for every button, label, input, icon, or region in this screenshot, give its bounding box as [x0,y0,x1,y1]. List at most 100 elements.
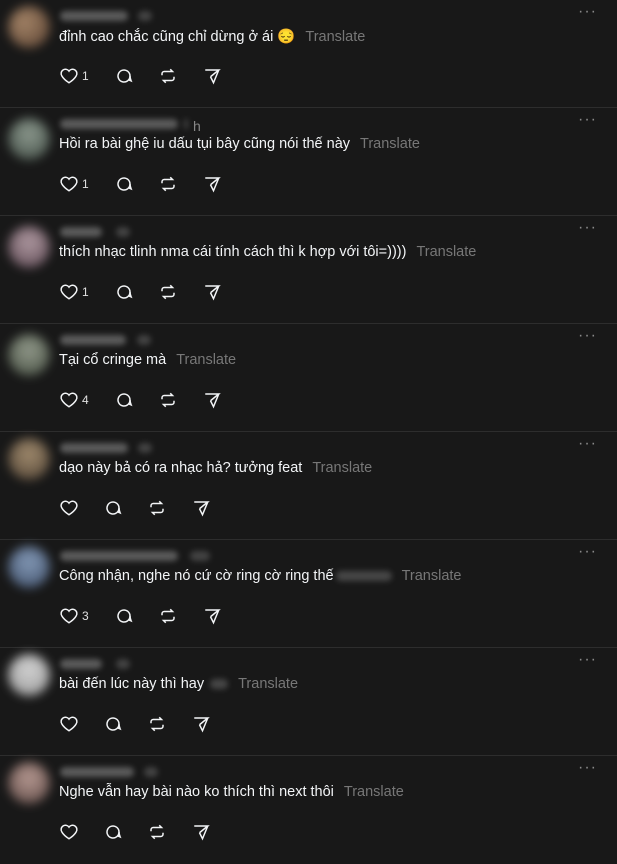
hidden-text-blurred [335,571,392,582]
avatar[interactable] [8,438,50,480]
repost-icon [161,176,175,192]
share-button[interactable] [203,172,221,196]
post-time-blurred [116,659,130,669]
comment-button[interactable] [104,712,122,736]
like-button[interactable] [60,820,78,844]
like-button[interactable]: 4 [60,388,89,412]
repost-icon [161,608,175,624]
username-blurred[interactable] [60,11,128,21]
like-count: 3 [82,609,89,623]
translate-link[interactable]: Translate [305,29,365,45]
translate-link[interactable]: Translate [312,460,372,476]
send-icon [194,501,210,517]
username-blurred[interactable] [60,335,126,345]
translate-link[interactable]: Translate [360,136,420,152]
like-button[interactable]: 1 [60,280,89,304]
more-options-button[interactable]: ··· [578,3,597,21]
like-button[interactable]: 1 [60,64,89,88]
repost-button[interactable] [148,496,166,520]
like-button[interactable]: 3 [60,604,89,628]
username-blurred[interactable] [60,659,102,669]
comment-button[interactable] [115,604,133,628]
translate-link[interactable]: Translate [416,244,476,260]
repost-button[interactable] [148,712,166,736]
avatar[interactable] [8,118,50,160]
repost-button[interactable] [159,172,177,196]
more-options-button[interactable]: ··· [578,435,597,453]
post-time-blurred [190,551,210,561]
reply-post: ··· bài đến lúc này thì hay Translate [0,648,617,756]
username-blurred[interactable] [60,443,128,453]
heart-icon [60,68,78,84]
translate-link[interactable]: Translate [402,568,462,584]
like-button[interactable]: 1 [60,172,89,196]
more-options-button[interactable]: ··· [578,219,597,237]
comment-icon [106,501,122,515]
share-button[interactable] [192,820,210,844]
heart-icon [60,176,78,192]
comment-icon [117,69,133,83]
repost-button[interactable] [159,280,177,304]
share-button[interactable] [203,388,221,412]
comment-button[interactable] [115,388,133,412]
translate-link[interactable]: Translate [176,352,236,368]
translate-link[interactable]: Translate [344,784,404,800]
username-blurred[interactable] [60,551,178,561]
more-options-button[interactable]: ··· [578,651,597,669]
translate-link[interactable]: Translate [238,676,298,692]
comment-button[interactable] [115,172,133,196]
comment-button[interactable] [115,280,133,304]
comment-icon [117,177,133,191]
send-icon [205,285,221,301]
repost-icon [161,68,175,84]
reply-post: h ··· Hồi ra bài ghệ iu dấu tụi bây cũng… [0,108,617,216]
username-blurred[interactable] [60,119,178,129]
comment-icon [117,393,133,407]
send-icon [194,825,210,841]
repost-button[interactable] [148,820,166,844]
repost-button[interactable] [159,604,177,628]
hidden-text-blurred [210,679,229,690]
avatar[interactable] [8,762,50,804]
post-text: bài đến lúc này thì hay [59,676,205,692]
reply-post: ··· Công nhận, nghe nó cứ cờ ring cờ rin… [0,540,617,648]
post-text: Nghe vẫn hay bài nào ko thích thì next t… [59,784,334,800]
reply-post: ··· dạo này bả có ra nhạc hả? tưởng feat… [0,432,617,540]
reply-post: ··· thích nhạc tlinh nma cái tính cách t… [0,216,617,324]
post-text-line: thích nhạc tlinh nma cái tính cách thì k… [59,244,476,260]
comment-button[interactable] [104,496,122,520]
post-text-line: đỉnh cao chắc cũng chỉ dừng ở ái 😔 Transl… [59,28,365,45]
share-button[interactable] [192,496,210,520]
share-button[interactable] [192,712,210,736]
repost-button[interactable] [159,64,177,88]
post-text: Hồi ra bài ghệ iu dấu tụi bây cũng nói t… [59,136,351,152]
avatar[interactable] [8,6,50,48]
like-button[interactable] [60,496,78,520]
more-options-button[interactable]: ··· [578,111,597,129]
share-button[interactable] [203,280,221,304]
avatar[interactable] [8,334,50,376]
post-text-line: bài đến lúc này thì hay Translate [59,676,298,692]
comment-button[interactable] [104,820,122,844]
repost-icon [150,500,164,516]
like-button[interactable] [60,712,78,736]
like-count: 1 [82,69,89,83]
reply-post: ··· Tại cổ cringe mà Translate 4 [0,324,617,432]
avatar[interactable] [8,654,50,696]
more-options-button[interactable]: ··· [578,543,597,561]
heart-icon [60,608,78,624]
avatar[interactable] [8,546,50,588]
more-options-button[interactable]: ··· [578,759,597,777]
post-text: đỉnh cao chắc cũng chỉ dừng ở ái 😔 [59,29,296,45]
share-button[interactable] [203,64,221,88]
username-blurred[interactable] [60,227,102,237]
reply-post: ··· Nghe vẫn hay bài nào ko thích thì ne… [0,756,617,864]
share-button[interactable] [203,604,221,628]
repost-button[interactable] [159,388,177,412]
username-blurred[interactable] [60,767,134,777]
repost-icon [161,284,175,300]
more-options-button[interactable]: ··· [578,327,597,345]
avatar[interactable] [8,226,50,268]
comment-button[interactable] [115,64,133,88]
repost-icon [150,716,164,732]
